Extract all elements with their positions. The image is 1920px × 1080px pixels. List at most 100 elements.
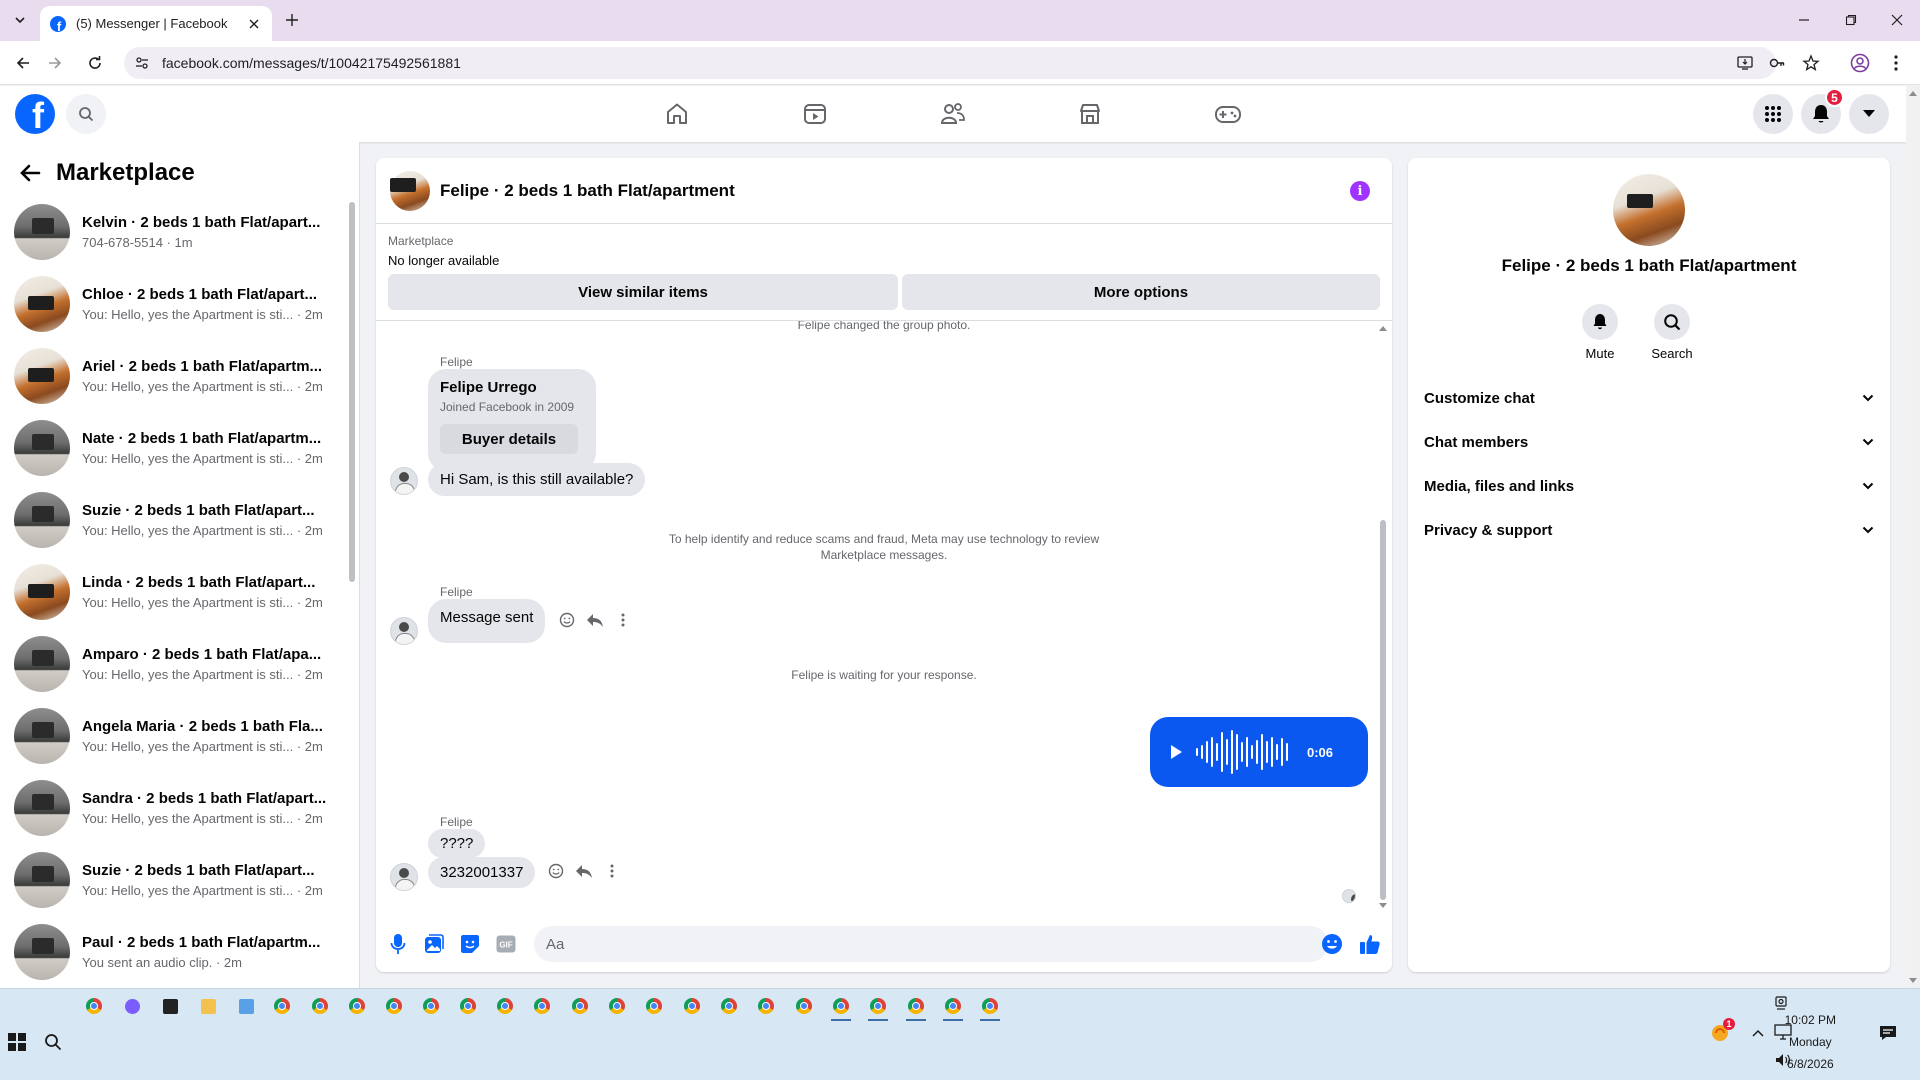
message-bubble[interactable]: Message sent — [428, 599, 546, 643]
thumbs-up-icon[interactable] — [1358, 932, 1382, 956]
system-clock[interactable]: 10:02 PM Monday 6/8/2026 — [1785, 1009, 1836, 1075]
bookmark-star-icon[interactable] — [1802, 54, 1820, 72]
tab-close-icon[interactable] — [246, 16, 262, 32]
felipe-avatar[interactable] — [390, 617, 418, 645]
conversation-item[interactable]: Angela Maria · 2 beds 1 bath Fla... You: … — [0, 700, 346, 772]
browser-tab-messenger[interactable]: f (5) Messenger | Facebook — [40, 6, 272, 41]
react-smiley-icon[interactable] — [556, 609, 578, 631]
menu-grid-icon[interactable] — [1753, 94, 1793, 134]
play-icon[interactable] — [1166, 742, 1186, 762]
chat-avatar[interactable] — [390, 170, 430, 211]
conversation-avatar[interactable] — [14, 708, 70, 764]
friends-icon[interactable] — [897, 86, 1009, 142]
emoji-icon[interactable] — [1320, 932, 1344, 956]
chat-scrollbar-thumb[interactable] — [1380, 520, 1386, 900]
chrome-taskbar-icon[interactable] — [306, 993, 334, 1019]
audio-message[interactable]: 0:06 — [1150, 717, 1368, 787]
chat-header[interactable]: Felipe · 2 beds 1 bath Flat/apartment i — [376, 158, 1392, 224]
message-bubble[interactable]: Hi Sam, is this still available? — [428, 463, 646, 496]
conversation-avatar[interactable] — [14, 780, 70, 836]
message-bubble[interactable]: ???? — [428, 829, 486, 858]
chrome-taskbar-icon[interactable] — [864, 993, 892, 1021]
conversation-avatar[interactable] — [14, 852, 70, 908]
buyer-details-button[interactable]: Buyer details — [440, 424, 578, 454]
close-window-icon[interactable] — [1882, 8, 1912, 32]
chrome-taskbar-icon[interactable] — [678, 993, 706, 1019]
conversation-avatar[interactable] — [14, 348, 70, 404]
chrome-taskbar-icon[interactable] — [268, 993, 296, 1019]
forward-arrow-icon[interactable] — [43, 51, 67, 75]
reload-icon[interactable] — [83, 51, 107, 75]
file-explorer-icon[interactable] — [194, 993, 222, 1019]
chrome-taskbar-icon[interactable] — [491, 993, 519, 1019]
conversation-item[interactable]: Suzie · 2 beds 1 bath Flat/apart... You: … — [0, 844, 346, 916]
sidebar-scrollbar[interactable] — [348, 194, 356, 634]
address-bar[interactable]: facebook.com/messages/t/1004217549256188… — [124, 47, 1776, 79]
view-similar-items-button[interactable]: View similar items — [388, 274, 898, 310]
search-icon[interactable] — [66, 94, 106, 134]
conversation-item[interactable]: Amparo · 2 beds 1 bath Flat/apa... You: H… — [0, 628, 346, 700]
back-arrow-icon[interactable] — [11, 51, 35, 75]
password-key-icon[interactable] — [1768, 54, 1786, 72]
audio-waveform[interactable] — [1196, 730, 1291, 774]
conversation-avatar[interactable] — [14, 636, 70, 692]
profile-avatar-icon[interactable] — [1848, 51, 1872, 75]
conversation-item[interactable]: Ariel · 2 beds 1 bath Flat/apartm... You:… — [0, 340, 346, 412]
chrome-taskbar-icon[interactable] — [939, 993, 967, 1021]
conversation-item[interactable]: Suzie · 2 beds 1 bath Flat/apart... You: … — [0, 484, 346, 556]
conversation-avatar[interactable] — [14, 204, 70, 260]
react-smiley-icon[interactable] — [545, 860, 567, 882]
conversation-avatar[interactable] — [14, 276, 70, 332]
conversation-item[interactable]: Sandra · 2 beds 1 bath Flat/apart... You:… — [0, 772, 346, 844]
conversation-avatar[interactable] — [14, 924, 70, 980]
message-bubble[interactable]: 3232001337 — [428, 857, 536, 888]
chrome-taskbar-icon[interactable] — [715, 993, 743, 1019]
facebook-logo[interactable]: f — [15, 94, 55, 134]
gaming-icon[interactable] — [1172, 86, 1284, 142]
chrome-taskbar-icon[interactable] — [528, 993, 556, 1019]
chrome-taskbar-icon[interactable] — [417, 993, 445, 1019]
chrome-taskbar-icon[interactable] — [566, 993, 594, 1019]
install-app-icon[interactable] — [1736, 54, 1754, 72]
listing-avatar[interactable] — [1613, 174, 1685, 246]
paint-icon[interactable] — [232, 993, 260, 1019]
taskbar-search-icon[interactable] — [44, 1033, 64, 1053]
chat-scrollbar[interactable] — [1378, 324, 1388, 910]
chrome-taskbar-icon[interactable] — [343, 993, 371, 1019]
more-kebab-icon[interactable] — [601, 860, 623, 882]
more-kebab-icon[interactable] — [612, 609, 634, 631]
account-dropdown-icon[interactable] — [1849, 94, 1889, 134]
copilot-icon[interactable] — [118, 993, 146, 1019]
browser-menu-kebab-icon[interactable] — [1884, 51, 1908, 75]
conversation-item[interactable]: Chloe · 2 beds 1 bath Flat/apart... You: … — [0, 268, 346, 340]
conversation-item[interactable]: Paul · 2 beds 1 bath Flat/apartm... You s… — [0, 916, 346, 988]
chrome-taskbar-icon[interactable] — [976, 993, 1004, 1021]
chat-title[interactable]: Felipe · 2 beds 1 bath Flat/apartment — [440, 181, 735, 201]
chrome-taskbar-icon[interactable] — [380, 993, 408, 1019]
more-options-button[interactable]: More options — [902, 274, 1380, 310]
privacy-support-row[interactable]: Privacy & support — [1416, 508, 1882, 552]
tab-search-dropdown-icon[interactable] — [8, 8, 32, 32]
felipe-avatar[interactable] — [390, 467, 418, 495]
search-in-chat-button[interactable]: Search — [1642, 304, 1702, 361]
info-icon[interactable]: i — [1350, 181, 1370, 201]
customize-chat-row[interactable]: Customize chat — [1416, 376, 1882, 420]
message-input[interactable] — [534, 926, 1328, 962]
search-icon[interactable] — [1654, 304, 1690, 340]
conversation-avatar[interactable] — [14, 564, 70, 620]
update-notification-icon[interactable]: 1 — [1710, 1018, 1735, 1043]
chrome-taskbar-icon[interactable] — [827, 993, 855, 1021]
chrome-taskbar-icon[interactable] — [603, 993, 631, 1019]
video-icon[interactable] — [759, 86, 871, 142]
bell-icon[interactable] — [1582, 304, 1618, 340]
media-files-links-row[interactable]: Media, files and links — [1416, 464, 1882, 508]
gif-icon[interactable]: GIF — [494, 932, 518, 956]
microphone-icon[interactable] — [386, 932, 410, 956]
conversation-item[interactable]: Linda · 2 beds 1 bath Flat/apart... You: … — [0, 556, 346, 628]
reply-arrow-icon[interactable] — [584, 609, 606, 631]
chrome-taskbar-icon[interactable] — [80, 993, 108, 1019]
new-tab-plus-icon[interactable] — [282, 10, 302, 30]
chrome-taskbar-icon[interactable] — [902, 993, 930, 1021]
home-icon[interactable] — [621, 86, 733, 142]
site-info-icon[interactable] — [134, 55, 150, 71]
